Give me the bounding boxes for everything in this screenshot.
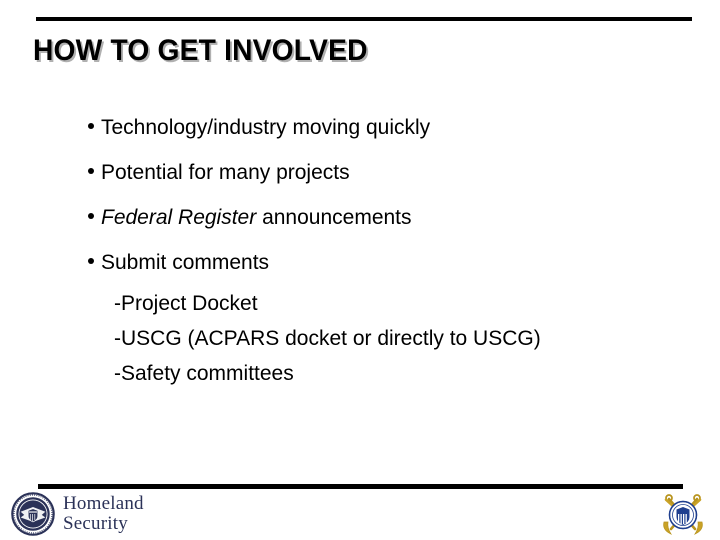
- dhs-wordmark-line2: Security: [63, 513, 128, 534]
- bullet-dot-icon: [88, 258, 94, 264]
- sub-list-item: -USCG (ACPARS docket or directly to USCG…: [114, 327, 541, 350]
- bullet-dot-icon: [88, 213, 94, 219]
- bullet-text: Potential for many projects: [101, 161, 350, 184]
- bullet-text: Submit comments: [101, 251, 270, 274]
- list-item: Federal Register announcements: [88, 206, 688, 230]
- list-item: Potential for many projects: [88, 161, 688, 185]
- bullet-dot-icon: [88, 168, 94, 174]
- dhs-seal-icon: [11, 492, 55, 536]
- slide-canvas: HOW TO GET INVOLVED Technology/industry …: [0, 0, 720, 540]
- bullet-dot-icon: [88, 123, 94, 129]
- title-top-rule: [36, 17, 692, 21]
- dhs-logo: Homeland Security: [11, 492, 144, 536]
- sub-list-item: -Safety committees: [114, 362, 294, 385]
- bullet-text-mixed: Federal Register announcements: [101, 206, 412, 230]
- dhs-wordmark: Homeland Security: [63, 494, 144, 534]
- sub-bullet-list: -Project Docket -USCG (ACPARS docket or …: [114, 286, 541, 391]
- sub-list-item: -Project Docket: [114, 292, 258, 315]
- page-title: HOW TO GET INVOLVED: [33, 34, 368, 67]
- list-item: Submit comments: [88, 251, 688, 275]
- bullet-text-italic: Federal Register: [101, 206, 257, 229]
- uscg-emblem-icon: [663, 494, 703, 535]
- dhs-wordmark-line1: Homeland: [63, 493, 144, 514]
- bullet-text-plain: announcements: [256, 206, 412, 229]
- bullet-text: Technology/industry moving quickly: [101, 116, 431, 139]
- bullet-list: Technology/industry moving quickly Poten…: [88, 116, 688, 275]
- footer-rule: [38, 484, 683, 489]
- list-item: Technology/industry moving quickly: [88, 116, 688, 140]
